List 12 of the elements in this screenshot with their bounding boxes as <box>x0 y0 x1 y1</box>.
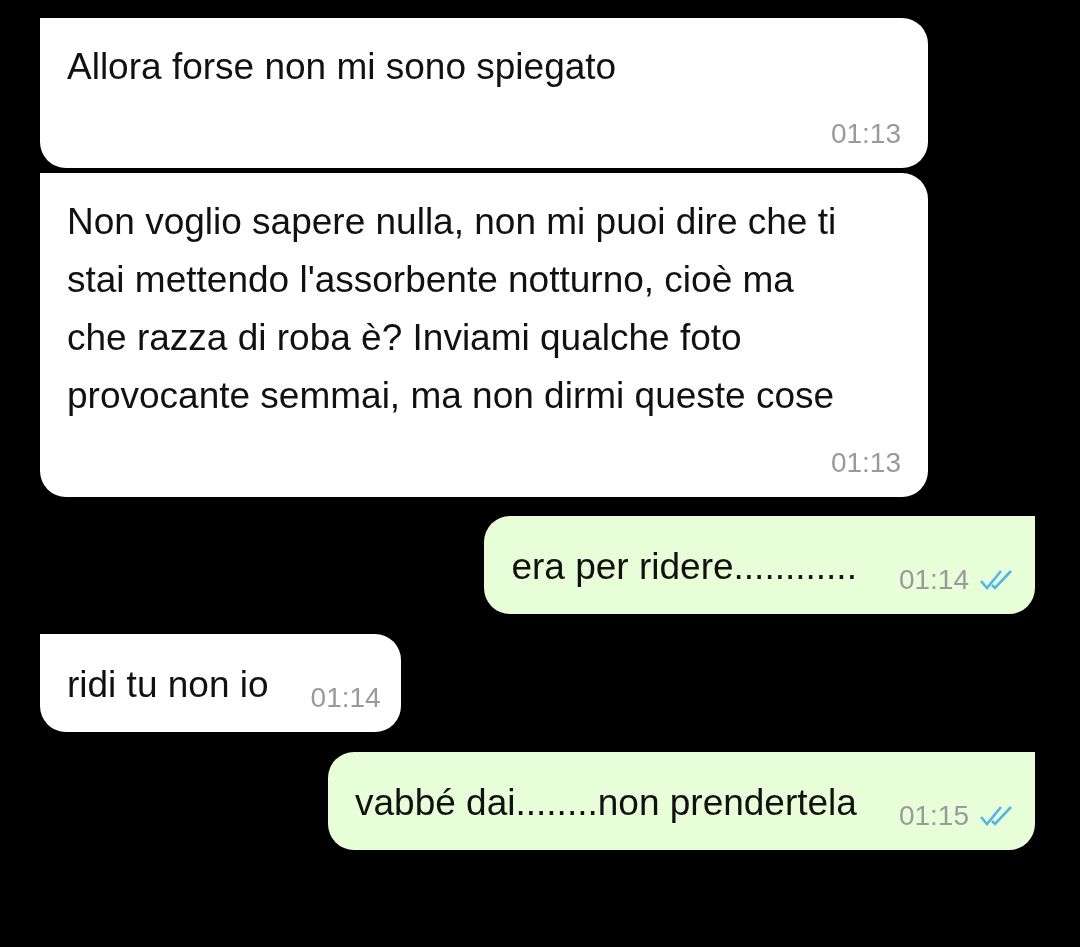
message-text: era per ridere............ <box>511 545 857 589</box>
message-text: ridi tu non io <box>67 663 269 707</box>
double-check-icon <box>979 568 1015 592</box>
message-time: 01:13 <box>830 117 901 151</box>
message-time: 01:14 <box>898 563 969 597</box>
message-time: 01:14 <box>310 681 381 715</box>
double-check-icon <box>979 804 1015 828</box>
message-text: Allora forse non mi sono spiegato <box>67 45 618 89</box>
message-time: 01:13 <box>830 446 901 480</box>
message-text: vabbé dai........non prendertela <box>355 781 857 825</box>
message-time: 01:15 <box>898 799 969 833</box>
message-text: Non voglio sapere nulla, non mi puoi dire che ti stai mettendo l'assorbente notturno, cioè ma che razza di roba è? Inviami qualche foto provocante semmai, ma non dirmi queste cose <box>67 200 838 418</box>
